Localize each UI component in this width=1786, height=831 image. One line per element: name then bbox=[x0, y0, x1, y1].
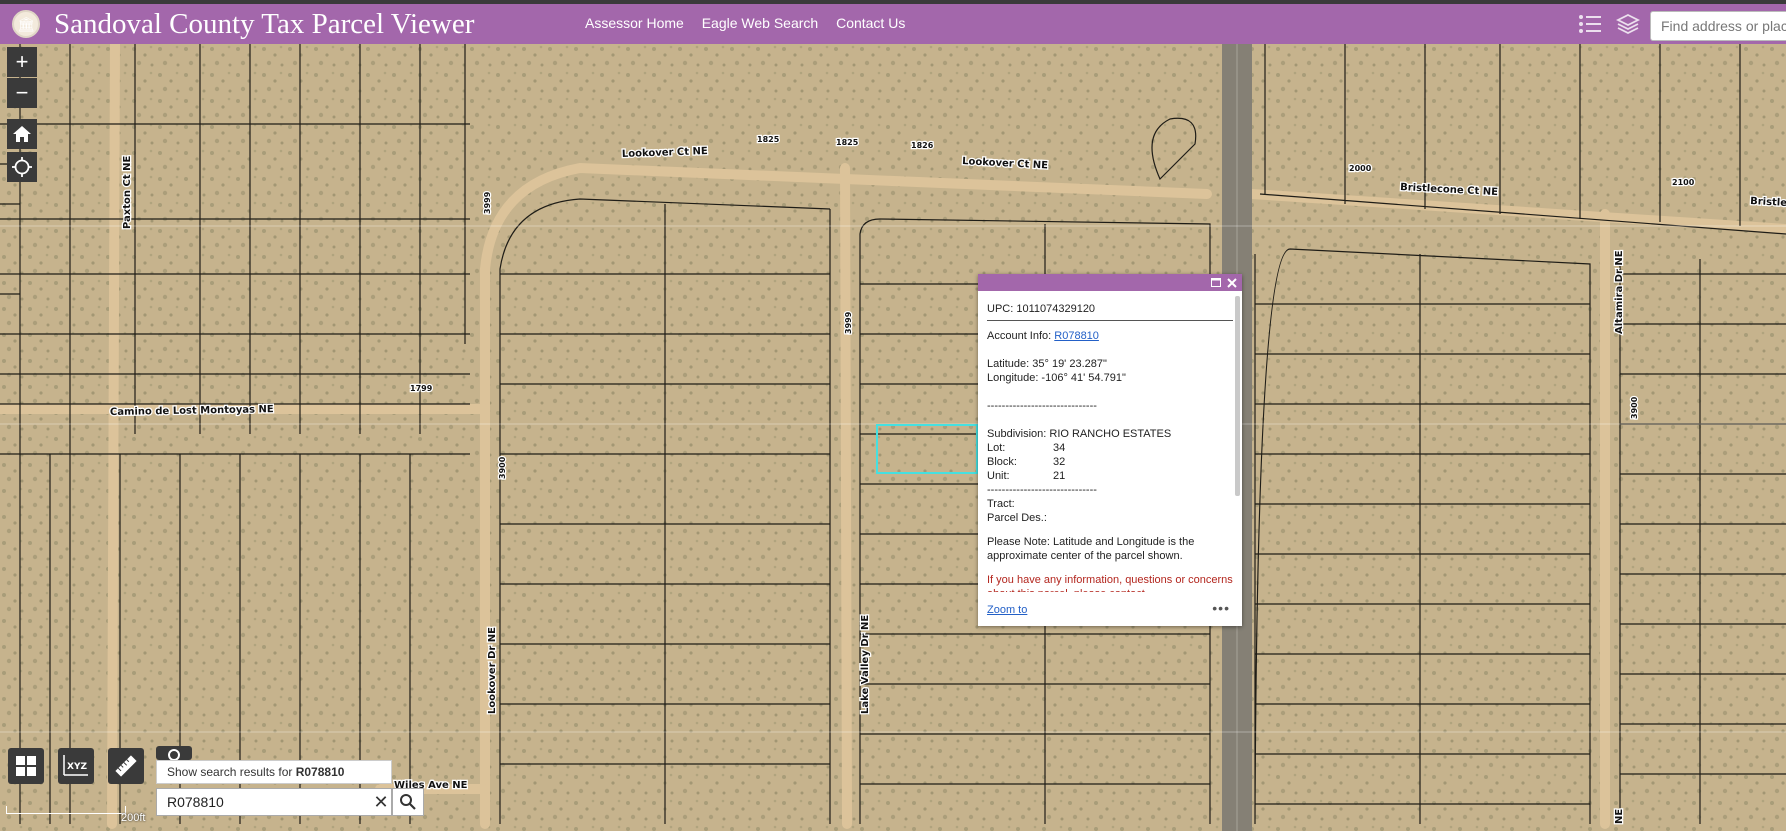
contact-note: If you have any information, questions o… bbox=[987, 574, 1233, 592]
search-icon bbox=[400, 794, 416, 810]
address-number: 2100 bbox=[1672, 178, 1695, 187]
county-seal-logo: 🏛 bbox=[12, 10, 40, 38]
search-suggestion[interactable]: Show search results for R078810 bbox=[156, 760, 392, 784]
upc-text: UPC: 1011074329120 bbox=[987, 303, 1096, 315]
subdivision-text: Subdivision: RIO RANCHO ESTATES bbox=[987, 428, 1172, 440]
popup-content: UPC: 1011074329120 Account Info: R078810… bbox=[987, 302, 1233, 592]
grid-icon bbox=[16, 756, 36, 776]
street-label: NE bbox=[1614, 809, 1625, 824]
zoom-in-button[interactable]: + bbox=[7, 47, 37, 77]
account-label: Account Info: bbox=[987, 330, 1055, 342]
ruler-icon bbox=[115, 755, 137, 777]
unit-label: Unit: bbox=[987, 470, 1010, 482]
coordinate-tool-button[interactable]: XYZ bbox=[58, 748, 94, 784]
street-label: Altamira Dr NE bbox=[1614, 250, 1625, 334]
zoom-out-button[interactable]: − bbox=[7, 78, 37, 108]
scale-label: 200ft bbox=[121, 812, 146, 824]
account-link[interactable]: R078810 bbox=[1054, 330, 1099, 342]
xyz-icon: XYZ bbox=[63, 755, 88, 776]
address-number: 1825 bbox=[836, 138, 859, 147]
find-address-input[interactable]: Find address or plac bbox=[1650, 11, 1786, 41]
locate-icon bbox=[12, 157, 32, 177]
unit-value: 21 bbox=[1053, 470, 1066, 482]
clear-search-icon[interactable]: ✕ bbox=[371, 788, 391, 816]
nav-eagle-web-search[interactable]: Eagle Web Search bbox=[702, 15, 818, 31]
account-info: Account Info: R078810 bbox=[987, 329, 1233, 343]
lot-label: Lot: bbox=[987, 442, 1006, 454]
parcel-popup: UPC: 1011074329120 Account Info: R078810… bbox=[978, 274, 1242, 626]
suggestion-value: R078810 bbox=[295, 765, 345, 779]
nav-assessor-home[interactable]: Assessor Home bbox=[585, 15, 684, 31]
parcel-des-text: Parcel Des.: bbox=[987, 512, 1047, 524]
maximize-icon[interactable] bbox=[1208, 274, 1224, 291]
search-icon bbox=[168, 749, 180, 760]
map-view[interactable]: Lookover Ct NE Lookover Ct NE Bristlecon… bbox=[0, 44, 1786, 831]
block-row: Block: 32 bbox=[987, 455, 1233, 469]
address-number: 3900 bbox=[498, 456, 507, 479]
block-label: Block: bbox=[987, 456, 1017, 468]
address-number: 1799 bbox=[410, 384, 433, 393]
address-number: 2000 bbox=[1349, 164, 1372, 173]
home-icon bbox=[13, 126, 31, 142]
unit-row: Unit: 21 bbox=[987, 469, 1233, 483]
street-label: Lake Valley Dr NE bbox=[860, 615, 871, 714]
street-label: Bristle bbox=[1750, 196, 1786, 209]
address-number: 3999 bbox=[844, 311, 853, 334]
popup-scrollbar[interactable] bbox=[1235, 296, 1240, 496]
aerial-map[interactable]: Lookover Ct NE Lookover Ct NE Bristlecon… bbox=[0, 44, 1786, 831]
zoom-to-link[interactable]: Zoom to bbox=[987, 604, 1027, 616]
coordinate-note: Please Note: Latitude and Longitude is t… bbox=[987, 536, 1195, 562]
layers-icon[interactable] bbox=[1614, 10, 1642, 38]
app-title: Sandoval County Tax Parcel Viewer bbox=[54, 8, 475, 40]
nav-contact-us[interactable]: Contact Us bbox=[836, 15, 905, 31]
suggestion-prefix: Show search results for bbox=[167, 765, 296, 779]
street-label: Paxton Ct NE bbox=[122, 156, 133, 229]
svg-text:XYZ: XYZ bbox=[67, 762, 87, 772]
measure-button[interactable] bbox=[108, 748, 144, 784]
legend-icon[interactable] bbox=[1576, 10, 1604, 38]
more-options-icon[interactable]: ••• bbox=[1212, 600, 1230, 616]
lot-value: 34 bbox=[1053, 442, 1066, 454]
street-label: Lookover Dr NE bbox=[487, 627, 498, 714]
app-header: 🏛 Sandoval County Tax Parcel Viewer Asse… bbox=[0, 4, 1786, 44]
popup-divider bbox=[987, 320, 1233, 321]
address-number: 1825 bbox=[757, 135, 780, 144]
dash-divider: ------------------------------ bbox=[987, 484, 1097, 496]
locate-button[interactable] bbox=[7, 152, 37, 182]
basemap-gallery-button[interactable] bbox=[8, 748, 44, 784]
scale-bar bbox=[6, 806, 126, 814]
close-icon[interactable] bbox=[1224, 274, 1240, 291]
address-number: 1826 bbox=[911, 141, 934, 150]
block-value: 32 bbox=[1053, 456, 1066, 468]
header-nav: Assessor Home Eagle Web Search Contact U… bbox=[585, 15, 919, 31]
search-widget-toggle[interactable] bbox=[156, 746, 192, 760]
search-submit-button[interactable] bbox=[392, 788, 424, 816]
longitude-text: Longitude: -106° 41' 54.791" bbox=[987, 372, 1126, 384]
dash-divider: ------------------------------ bbox=[987, 400, 1097, 412]
address-number: 3999 bbox=[483, 191, 492, 214]
home-button[interactable] bbox=[7, 119, 37, 149]
address-number: 3900 bbox=[1630, 396, 1639, 419]
tract-text: Tract: bbox=[987, 498, 1015, 510]
latitude-text: Latitude: 35° 19' 23.287" bbox=[987, 358, 1107, 370]
parcel-search-input[interactable]: R078810 bbox=[156, 788, 392, 816]
lot-row: Lot: 34 bbox=[987, 441, 1233, 455]
popup-title-bar bbox=[978, 274, 1242, 291]
